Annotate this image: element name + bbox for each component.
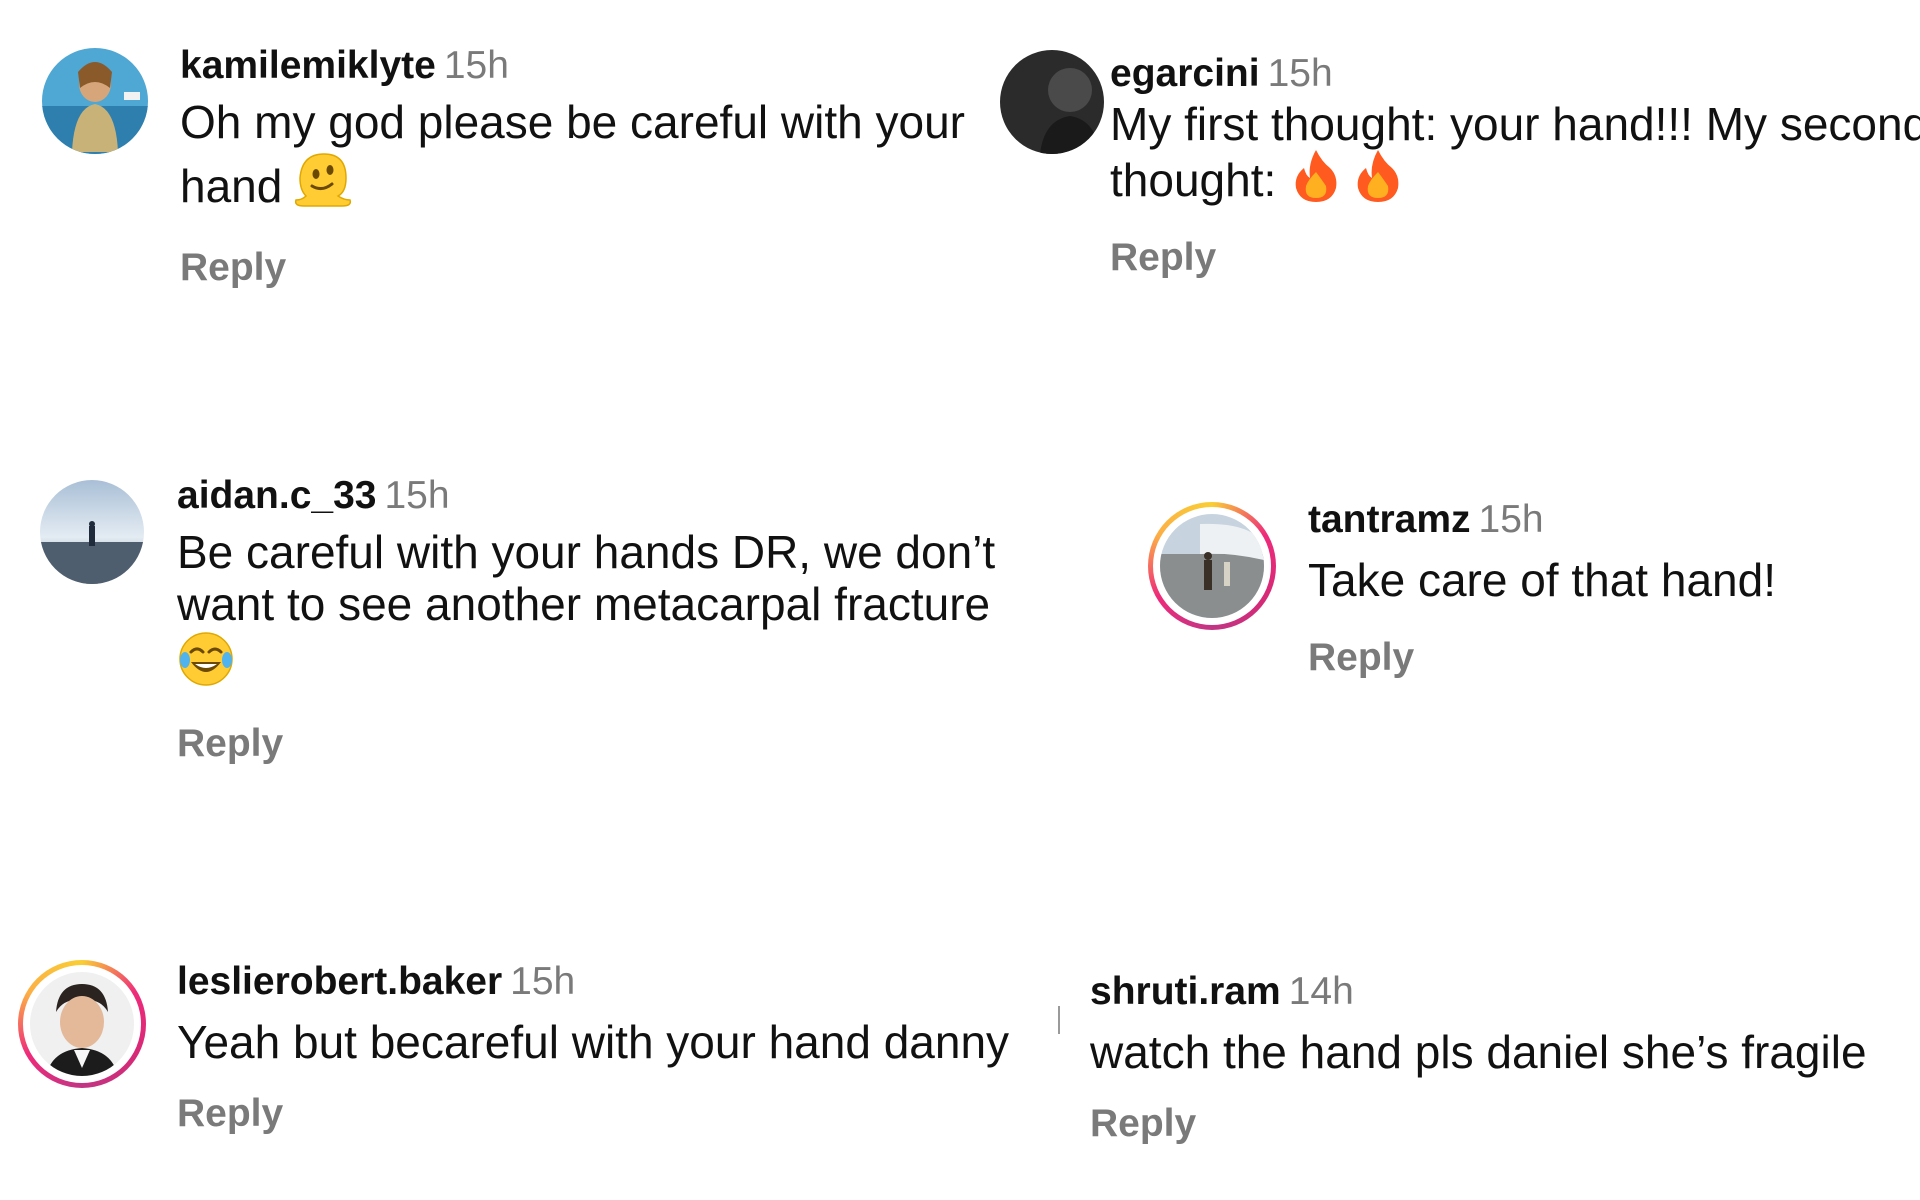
username[interactable]: egarcini [1110, 52, 1260, 95]
reply-button[interactable]: Reply [1090, 1100, 1920, 1148]
comment-text-line: Be careful with your hands DR, we don’t [177, 526, 996, 578]
fire-emoji-icon [1292, 148, 1340, 212]
reply-button[interactable]: Reply [177, 720, 1057, 768]
reply-button[interactable]: Reply [1110, 234, 1920, 282]
comment-leslierobert-baker: leslierobert.baker 15h Yeah but becareful… [0, 930, 1060, 1200]
comment-emoji-line [177, 630, 1057, 698]
comment-text-line: Take care of that hand! [1308, 554, 1776, 606]
comment-meta: egarcini 15h [1110, 50, 1920, 98]
comment-meta: leslierobert.baker 15h [177, 958, 1077, 1006]
comment-text: watch the hand pls daniel she’s fragile [1090, 1026, 1920, 1078]
comment-text-line-last: thought: [1110, 148, 1920, 212]
comment-text: Yeah but becareful with your hand danny [177, 1016, 1077, 1068]
timestamp: 15h [510, 960, 576, 1003]
comment-tantramz: tantramz 15h Take care of that hand! Repl… [1060, 450, 1920, 790]
comment-aidan-c-33: aidan.c_33 15h Be careful with your hands… [0, 450, 1060, 790]
username[interactable]: tantramz [1308, 498, 1471, 541]
melting-face-emoji-icon [292, 148, 354, 220]
avatar[interactable] [1160, 514, 1264, 618]
comment-meta: shruti.ram 14h [1090, 968, 1920, 1016]
avatar[interactable] [42, 48, 148, 154]
comment-egarcini: egarcini 15h My first thought: your hand!… [1000, 0, 1920, 320]
reply-button[interactable]: Reply [177, 1090, 1077, 1138]
story-ring[interactable] [1148, 502, 1276, 630]
comment-text-line-last: hand [180, 148, 1040, 220]
timestamp: 15h [1267, 52, 1333, 95]
reply-button[interactable]: Reply [1308, 634, 1908, 682]
comment-body: tantramz 15h Take care of that hand! Repl… [1308, 496, 1908, 682]
tears-of-joy-emoji-icon [177, 630, 235, 698]
comment-shruti-ram: shruti.ram 14h watch the hand pls daniel … [1060, 930, 1920, 1200]
comment-text-line: Yeah but becareful with your hand danny [177, 1016, 1010, 1068]
comment-text: Be careful with your hands DR, we don’t … [177, 526, 1057, 698]
username[interactable]: shruti.ram [1090, 970, 1281, 1013]
comment-kamilemiklyte: kamilemiklyte 15h Oh my god please be car… [0, 0, 1040, 320]
comment-text-fragment: hand [180, 160, 283, 212]
comment-text: Oh my god please be careful with your ha… [180, 96, 1040, 220]
comment-body: shruti.ram 14h watch the hand pls daniel … [1090, 968, 1920, 1148]
comment-text: Take care of that hand! [1308, 554, 1908, 606]
comment-meta: aidan.c_33 15h [177, 472, 1057, 520]
username[interactable]: leslierobert.baker [177, 960, 502, 1003]
comment-body: aidan.c_33 15h Be careful with your hands… [177, 472, 1057, 768]
fire-emoji-icon [1354, 148, 1402, 212]
comment-meta: kamilemiklyte 15h [180, 42, 1040, 90]
comment-body: kamilemiklyte 15h Oh my god please be car… [180, 42, 1040, 292]
avatar[interactable] [30, 972, 134, 1076]
timestamp: 14h [1288, 970, 1354, 1013]
comment-text-line: want to see another metacarpal fracture [177, 578, 991, 630]
comment-text-fragment: thought: [1110, 154, 1277, 206]
comment-body: leslierobert.baker 15h Yeah but becareful… [177, 958, 1077, 1138]
username[interactable]: aidan.c_33 [177, 474, 376, 517]
comment-meta: tantramz 15h [1308, 496, 1908, 544]
comment-text: My first thought: your hand!!! My second… [1110, 100, 1920, 212]
avatar[interactable] [40, 480, 144, 584]
username[interactable]: kamilemiklyte [180, 44, 436, 87]
comment-text-line: My first thought: your hand!!! My second [1110, 98, 1920, 150]
story-ring[interactable] [18, 960, 146, 1088]
reply-button[interactable]: Reply [180, 244, 1040, 292]
comment-text-line: watch the hand pls daniel she’s fragile [1090, 1026, 1867, 1078]
timestamp: 15h [1478, 498, 1544, 541]
timestamp: 15h [443, 44, 509, 87]
avatar[interactable] [1000, 50, 1104, 154]
comment-body: egarcini 15h My first thought: your hand!… [1110, 50, 1920, 282]
timestamp: 15h [384, 474, 450, 517]
comment-text-line: Oh my god please be careful with your [180, 96, 965, 148]
